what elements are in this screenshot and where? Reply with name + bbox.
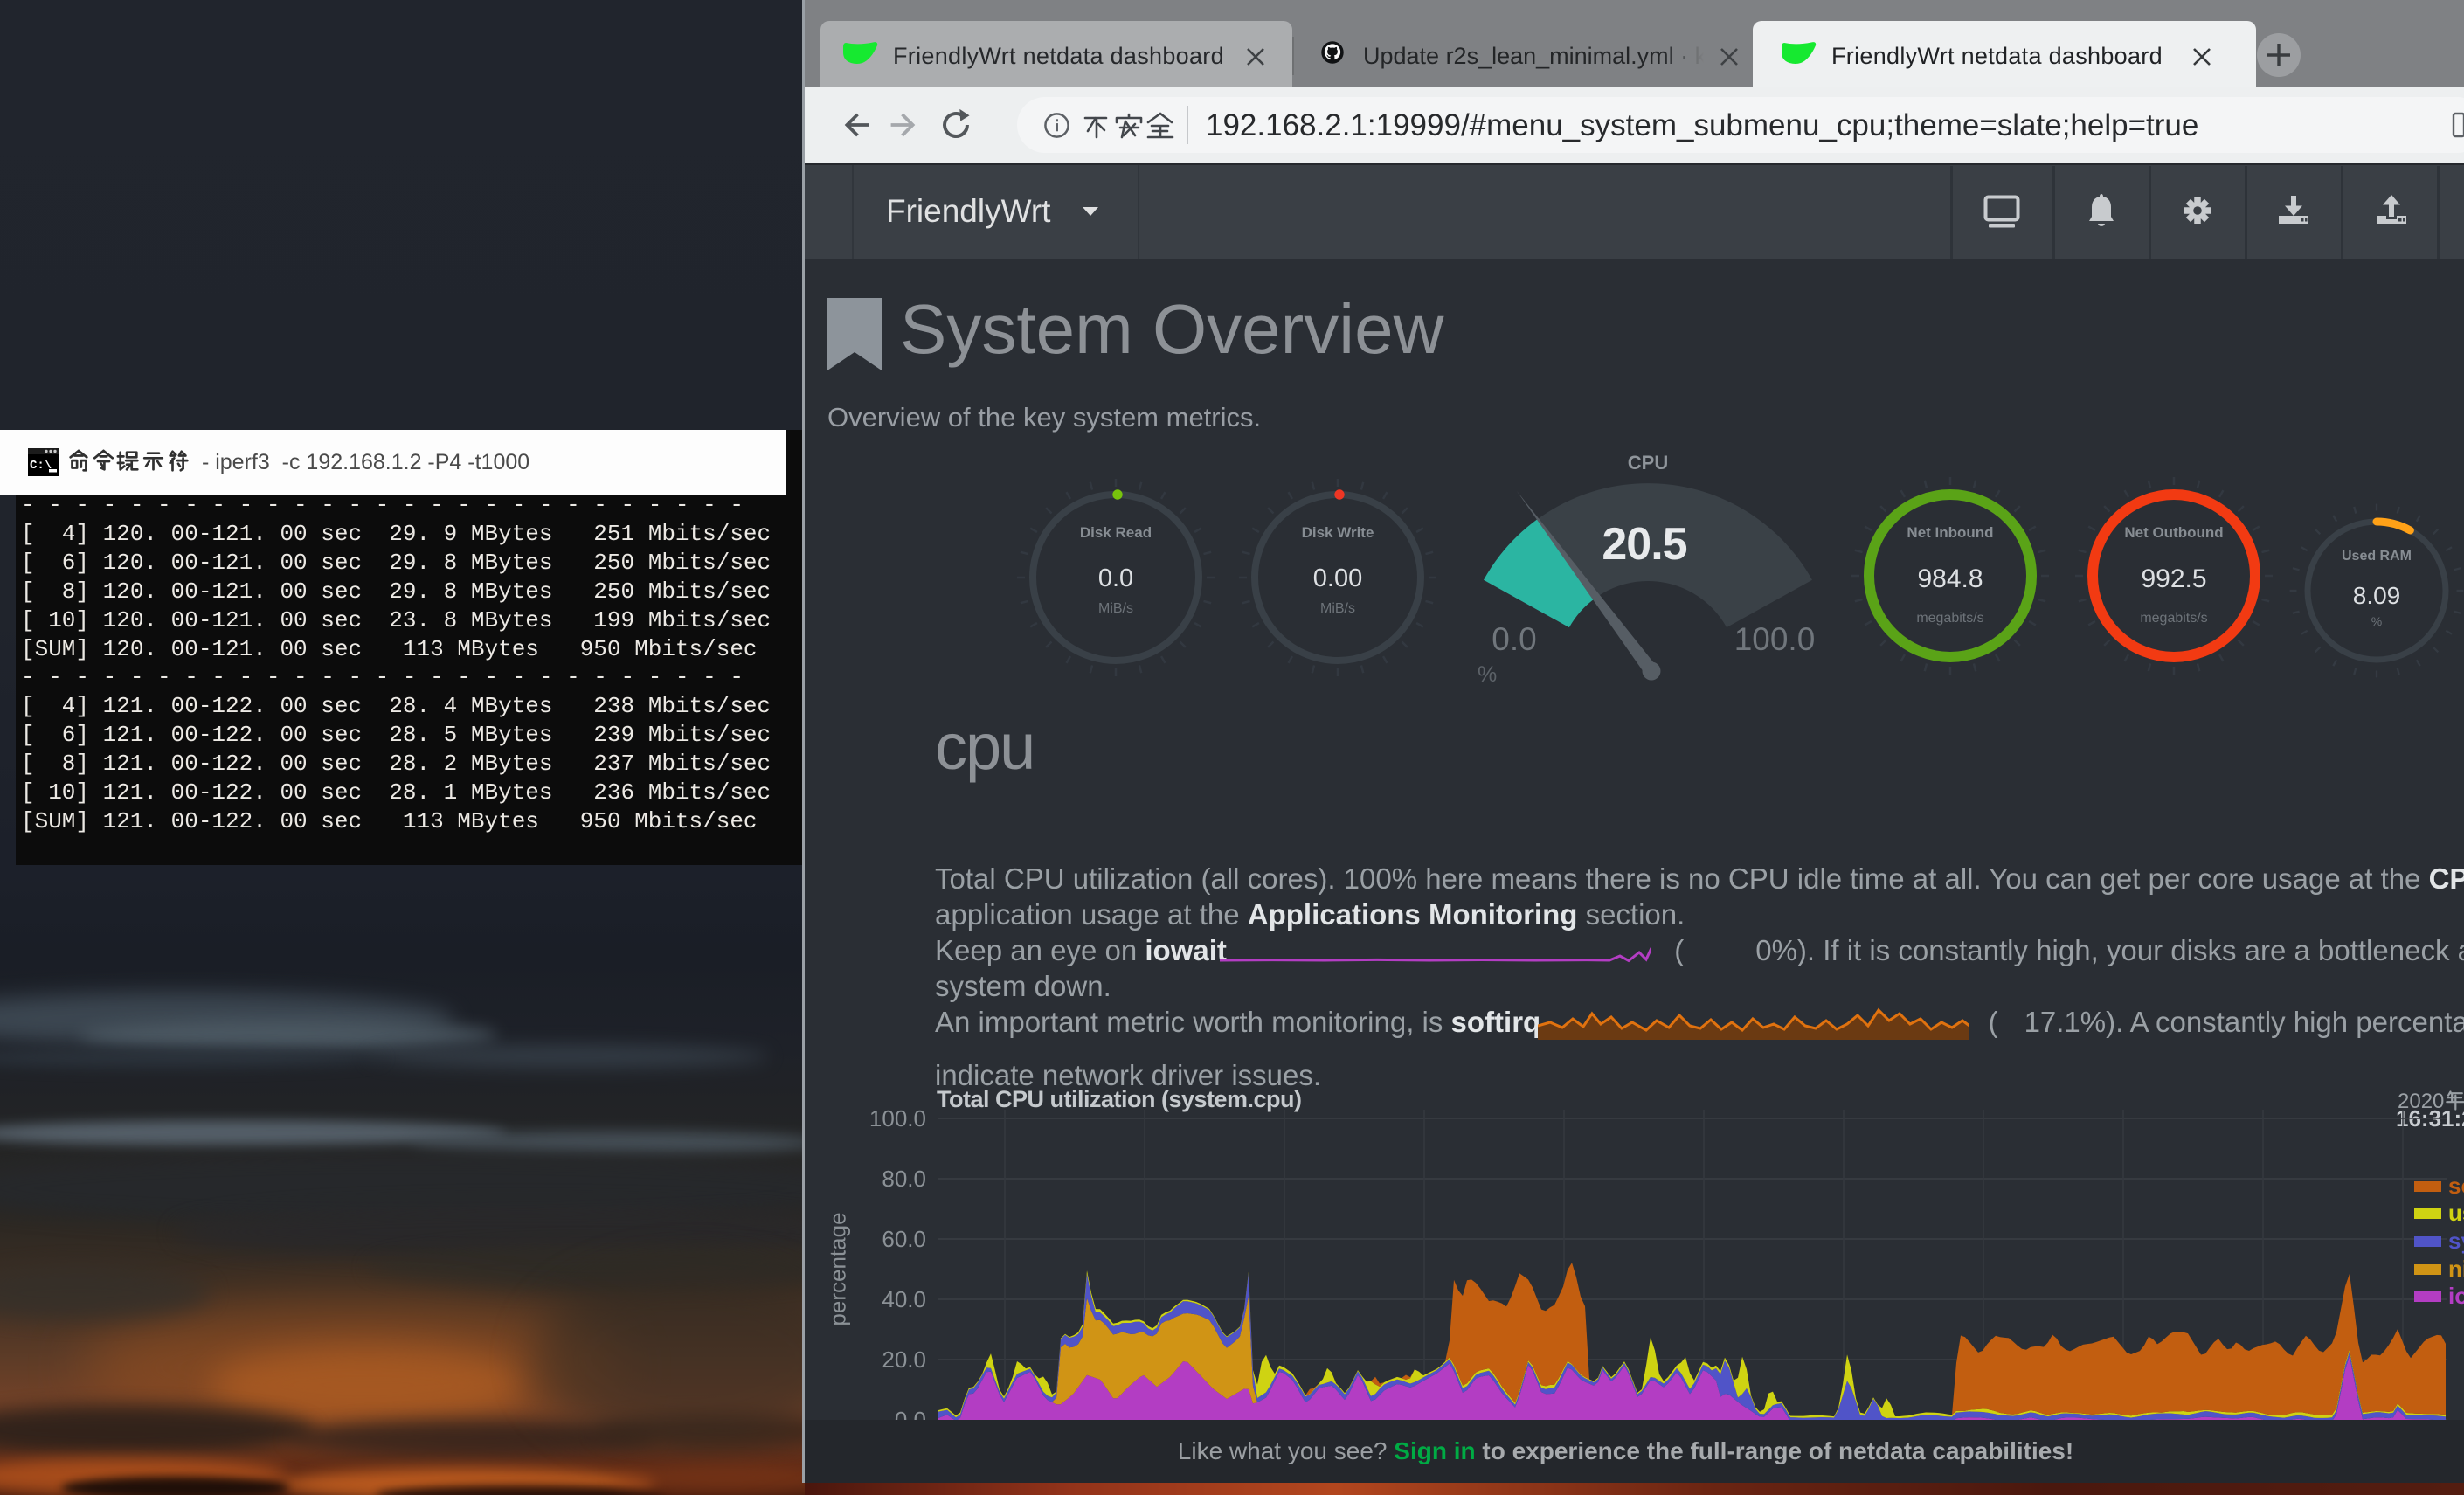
svg-text:C:\: C:\ [30, 459, 52, 473]
